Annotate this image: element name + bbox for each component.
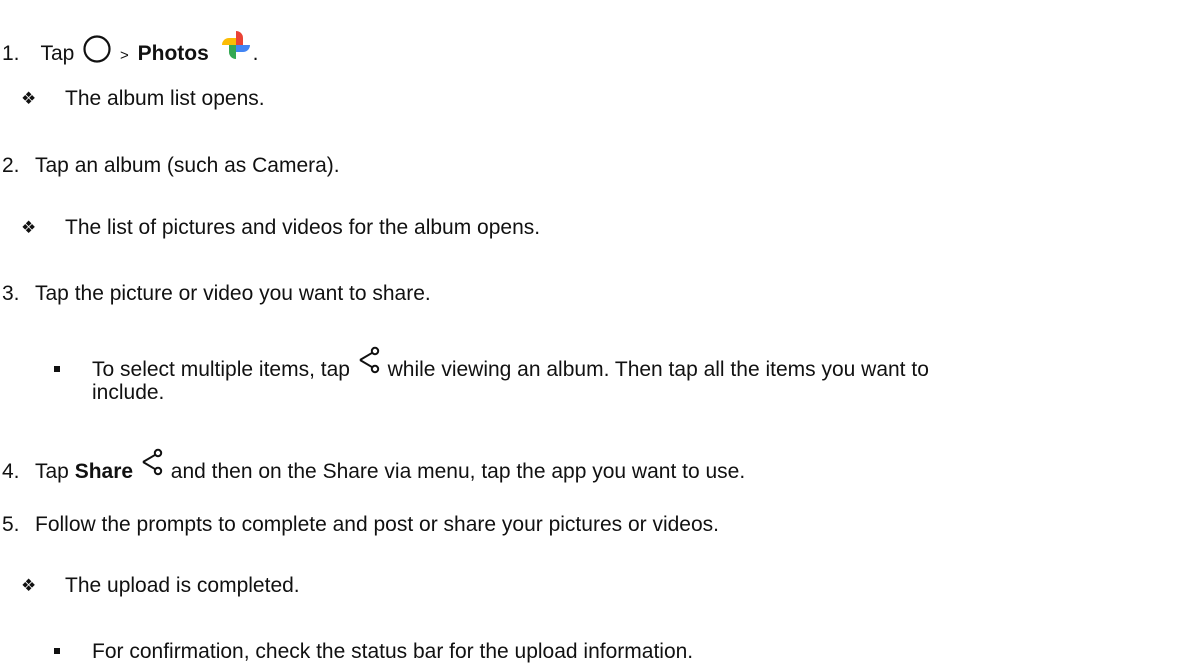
note-text: For confirmation, check the status bar f… xyxy=(92,640,694,663)
step-number: 2. xyxy=(2,154,20,177)
note-text-post: while viewing an album. Then tap all the… xyxy=(387,358,929,381)
note-text-cont: include. xyxy=(92,381,165,404)
step-number: 3. xyxy=(2,282,20,305)
home-circle-icon xyxy=(83,35,111,63)
step-text: Follow the prompts to complete and post … xyxy=(35,513,719,536)
share-icon xyxy=(142,448,163,476)
note-text-pre: To select multiple items, tap xyxy=(92,358,350,381)
share-icon xyxy=(359,346,379,374)
step-number: 4. xyxy=(2,460,20,483)
result-text: The upload is completed. xyxy=(65,574,300,597)
step-text: Tap the picture or video you want to sha… xyxy=(35,282,431,305)
step-4-post: and then on the Share via menu, tap the … xyxy=(170,460,746,483)
square-bullet-icon xyxy=(54,648,60,654)
result-upload-done: ❖ The upload is completed. xyxy=(21,573,300,599)
step-1: 1. Tap > Photos . xyxy=(2,28,258,69)
note-multi-select: To select multiple items, tap while view… xyxy=(54,346,929,383)
step-text: Tap an album (such as Camera). xyxy=(35,154,340,177)
square-bullet-icon xyxy=(54,366,60,372)
step-2: 2. Tap an album (such as Camera). xyxy=(2,153,340,179)
step-1-separator: > xyxy=(120,47,129,64)
note-multi-select-cont: include. xyxy=(92,380,164,406)
result-pictures-list: ❖ The list of pictures and videos for the… xyxy=(21,215,540,241)
step-1-photos-label: Photos xyxy=(137,42,209,65)
diamond-bullet-icon: ❖ xyxy=(21,218,37,237)
result-text: The list of pictures and videos for the … xyxy=(65,216,541,239)
result-text: The album list opens. xyxy=(65,87,265,110)
diamond-bullet-icon: ❖ xyxy=(21,89,37,108)
step-1-period: . xyxy=(252,42,259,65)
result-album-list: ❖ The album list opens. xyxy=(21,86,265,112)
step-3: 3. Tap the picture or video you want to s… xyxy=(2,281,431,307)
step-5: 5. Follow the prompts to complete and pos… xyxy=(2,512,719,538)
step-number: 5. xyxy=(2,513,20,536)
step-4: 4. Tap Share and then on the Share via me… xyxy=(2,448,745,485)
step-4-pre: Tap xyxy=(35,460,69,483)
step-1-pre: Tap xyxy=(40,42,75,65)
step-4-share-label: Share xyxy=(74,460,134,483)
google-photos-pinwheel-icon xyxy=(221,31,250,59)
step-number: 1. xyxy=(2,42,20,65)
diamond-bullet-icon: ❖ xyxy=(21,576,37,595)
note-confirmation: For confirmation, check the status bar f… xyxy=(54,639,693,665)
